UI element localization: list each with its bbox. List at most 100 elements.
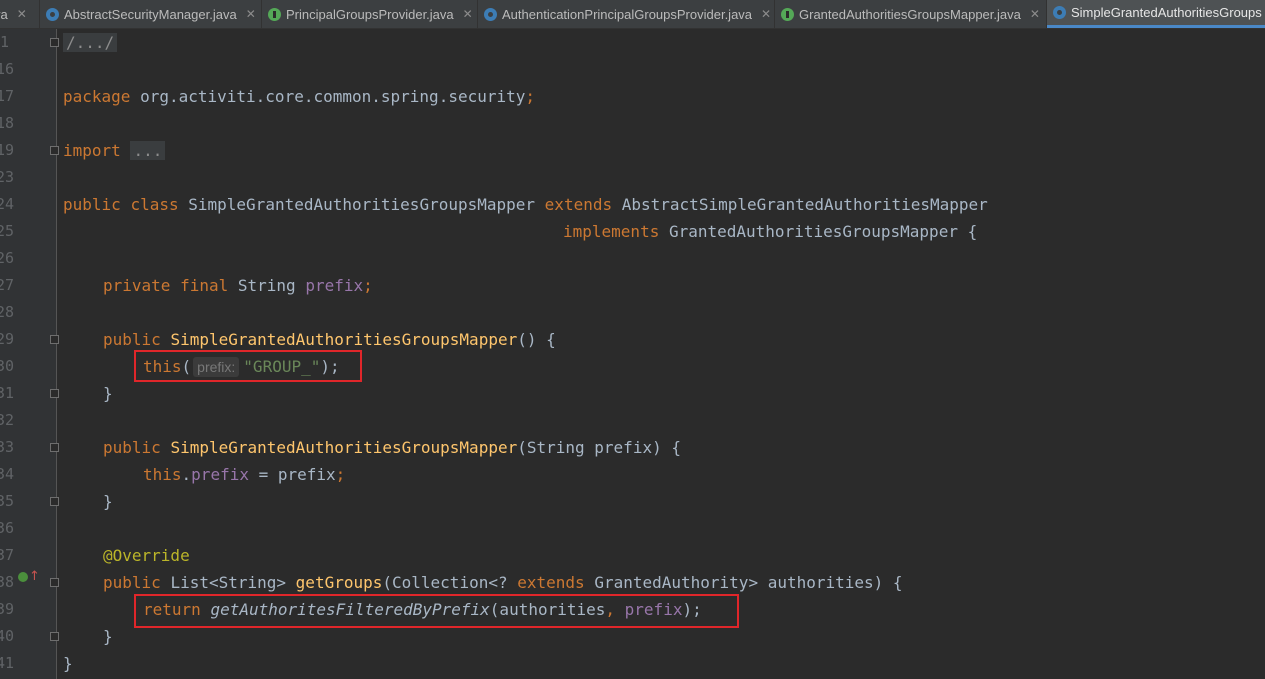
semicolon: ; <box>363 276 373 295</box>
code-line: package org.activiti.core.common.spring.… <box>63 83 535 110</box>
line-number: 37 <box>0 546 14 564</box>
code-line: } <box>103 380 113 407</box>
fold-toggle-icon[interactable] <box>50 146 59 155</box>
fold-toggle-icon[interactable] <box>50 578 59 587</box>
line-number: 26 <box>0 249 14 267</box>
keyword: private <box>103 276 171 295</box>
semicolon: ; <box>335 465 346 484</box>
brace: } <box>63 654 73 673</box>
code-line: } <box>103 623 113 650</box>
override-arrow-icon[interactable]: ↑ <box>29 570 40 583</box>
highlight-box-this-call <box>134 350 362 382</box>
fold-toggle-icon[interactable] <box>50 38 59 47</box>
line-number: 36 <box>0 519 14 537</box>
keyword: implements <box>563 222 660 241</box>
folded-header-comment[interactable]: /.../ <box>63 33 118 52</box>
field-name: prefix <box>191 465 249 484</box>
line-number: 27 <box>0 276 14 294</box>
code-line: public SimpleGrantedAuthoritiesGroupsMap… <box>103 434 681 461</box>
params: (String prefix) { <box>517 438 681 457</box>
tab-label: AbstractSecurityManager.java <box>64 6 237 22</box>
brace: } <box>103 384 113 403</box>
editor-tab-bar: va ✕ AbstractSecurityManager.java ✕ Prin… <box>0 0 1265 29</box>
assignment: = prefix <box>248 465 336 484</box>
line-number: 38 <box>0 573 14 591</box>
interface-icon <box>781 7 794 21</box>
field-name: prefix <box>305 276 364 295</box>
line-number: 16 <box>0 60 14 78</box>
package-name: org.activiti.core.common.spring.security <box>130 87 526 106</box>
params: (Collection<? <box>382 573 518 592</box>
line-number: 31 <box>0 384 14 402</box>
line-number: 34 <box>0 465 14 483</box>
code-line: } <box>63 650 73 677</box>
code-line: this.prefix = prefix; <box>143 465 346 484</box>
line-number: 19 <box>0 141 14 159</box>
keyword: public <box>103 438 161 457</box>
keyword: final <box>180 276 229 295</box>
brace: { <box>957 222 978 241</box>
code-line: implements GrantedAuthoritiesGroupsMappe… <box>563 218 977 245</box>
line-number: 23 <box>0 168 14 186</box>
tab-granted-authorities-groups-mapper[interactable]: GrantedAuthoritiesGroupsMapper.java ✕ <box>775 0 1047 28</box>
tab-label: AuthenticationPrincipalGroupsProvider.ja… <box>502 6 753 22</box>
class-icon <box>46 7 59 21</box>
line-number: 30 <box>0 357 14 375</box>
constructor-name: SimpleGrantedAuthoritiesGroupsMapper <box>170 438 518 457</box>
line-number: 40 <box>0 627 14 645</box>
keyword: this <box>143 465 182 484</box>
code-line: import ... <box>63 137 166 164</box>
close-icon[interactable]: ✕ <box>761 7 771 21</box>
line-number: 39 <box>0 600 14 618</box>
brace: } <box>103 627 113 646</box>
close-icon[interactable]: ✕ <box>463 7 473 21</box>
tab-abstract-security-manager[interactable]: AbstractSecurityManager.java ✕ <box>40 0 262 28</box>
tab-label: PrincipalGroupsProvider.java <box>286 6 454 22</box>
fold-toggle-icon[interactable] <box>50 632 59 641</box>
code-line: @Override <box>103 542 190 569</box>
method-name: getGroups <box>295 573 383 592</box>
annotation: @Override <box>103 546 190 565</box>
return-type: List<String> <box>170 573 287 592</box>
line-number: 33 <box>0 438 14 456</box>
semicolon: ; <box>525 87 536 106</box>
class-name: SimpleGrantedAuthoritiesGroupsMapper <box>188 195 536 214</box>
brace: } <box>103 492 113 511</box>
close-icon[interactable]: ✕ <box>17 7 27 21</box>
tab-authentication-principal-groups-provider[interactable]: AuthenticationPrincipalGroupsProvider.ja… <box>478 0 775 28</box>
keyword: public <box>63 195 121 214</box>
line-number: 35 <box>0 492 14 510</box>
line-number: 24 <box>0 195 14 213</box>
implements-method-icon[interactable] <box>18 572 28 582</box>
tab-principal-groups-provider[interactable]: PrincipalGroupsProvider.java ✕ <box>262 0 478 28</box>
line-number: 32 <box>0 411 14 429</box>
fold-toggle-icon[interactable] <box>50 497 59 506</box>
keyword: public <box>103 330 161 349</box>
code-line: public SimpleGrantedAuthoritiesGroupsMap… <box>103 326 556 353</box>
interface-name: GrantedAuthoritiesGroupsMapper <box>668 222 958 241</box>
close-icon[interactable]: ✕ <box>246 7 256 21</box>
tab-simple-granted-authorities-groups-mapper[interactable]: SimpleGrantedAuthoritiesGroups <box>1047 0 1265 28</box>
line-number: 29 <box>0 330 14 348</box>
super-class-name: AbstractSimpleGrantedAuthoritiesMapper <box>621 195 988 214</box>
folded-imports[interactable]: ... <box>130 141 166 160</box>
line-number: 18 <box>0 114 14 132</box>
code-line: private final String prefix; <box>103 272 373 299</box>
interface-icon <box>268 7 281 21</box>
tab-label: va <box>0 6 8 22</box>
tab-label: SimpleGrantedAuthoritiesGroups <box>1071 5 1262 20</box>
fold-toggle-icon[interactable] <box>50 335 59 344</box>
constructor-name: SimpleGrantedAuthoritiesGroupsMapper <box>170 330 518 349</box>
keyword: public <box>103 573 161 592</box>
code-line: /.../ <box>63 29 118 56</box>
fold-toggle-icon[interactable] <box>50 443 59 452</box>
tab-partial[interactable]: va ✕ <box>0 0 40 28</box>
line-number: 17 <box>0 87 14 105</box>
keyword: extends <box>544 195 613 214</box>
params: () { <box>517 330 556 349</box>
close-icon[interactable]: ✕ <box>1030 7 1040 21</box>
keyword: extends <box>517 573 585 592</box>
fold-toggle-icon[interactable] <box>50 389 59 398</box>
line-number: 1 <box>0 33 10 51</box>
line-number: 25 <box>0 222 14 240</box>
